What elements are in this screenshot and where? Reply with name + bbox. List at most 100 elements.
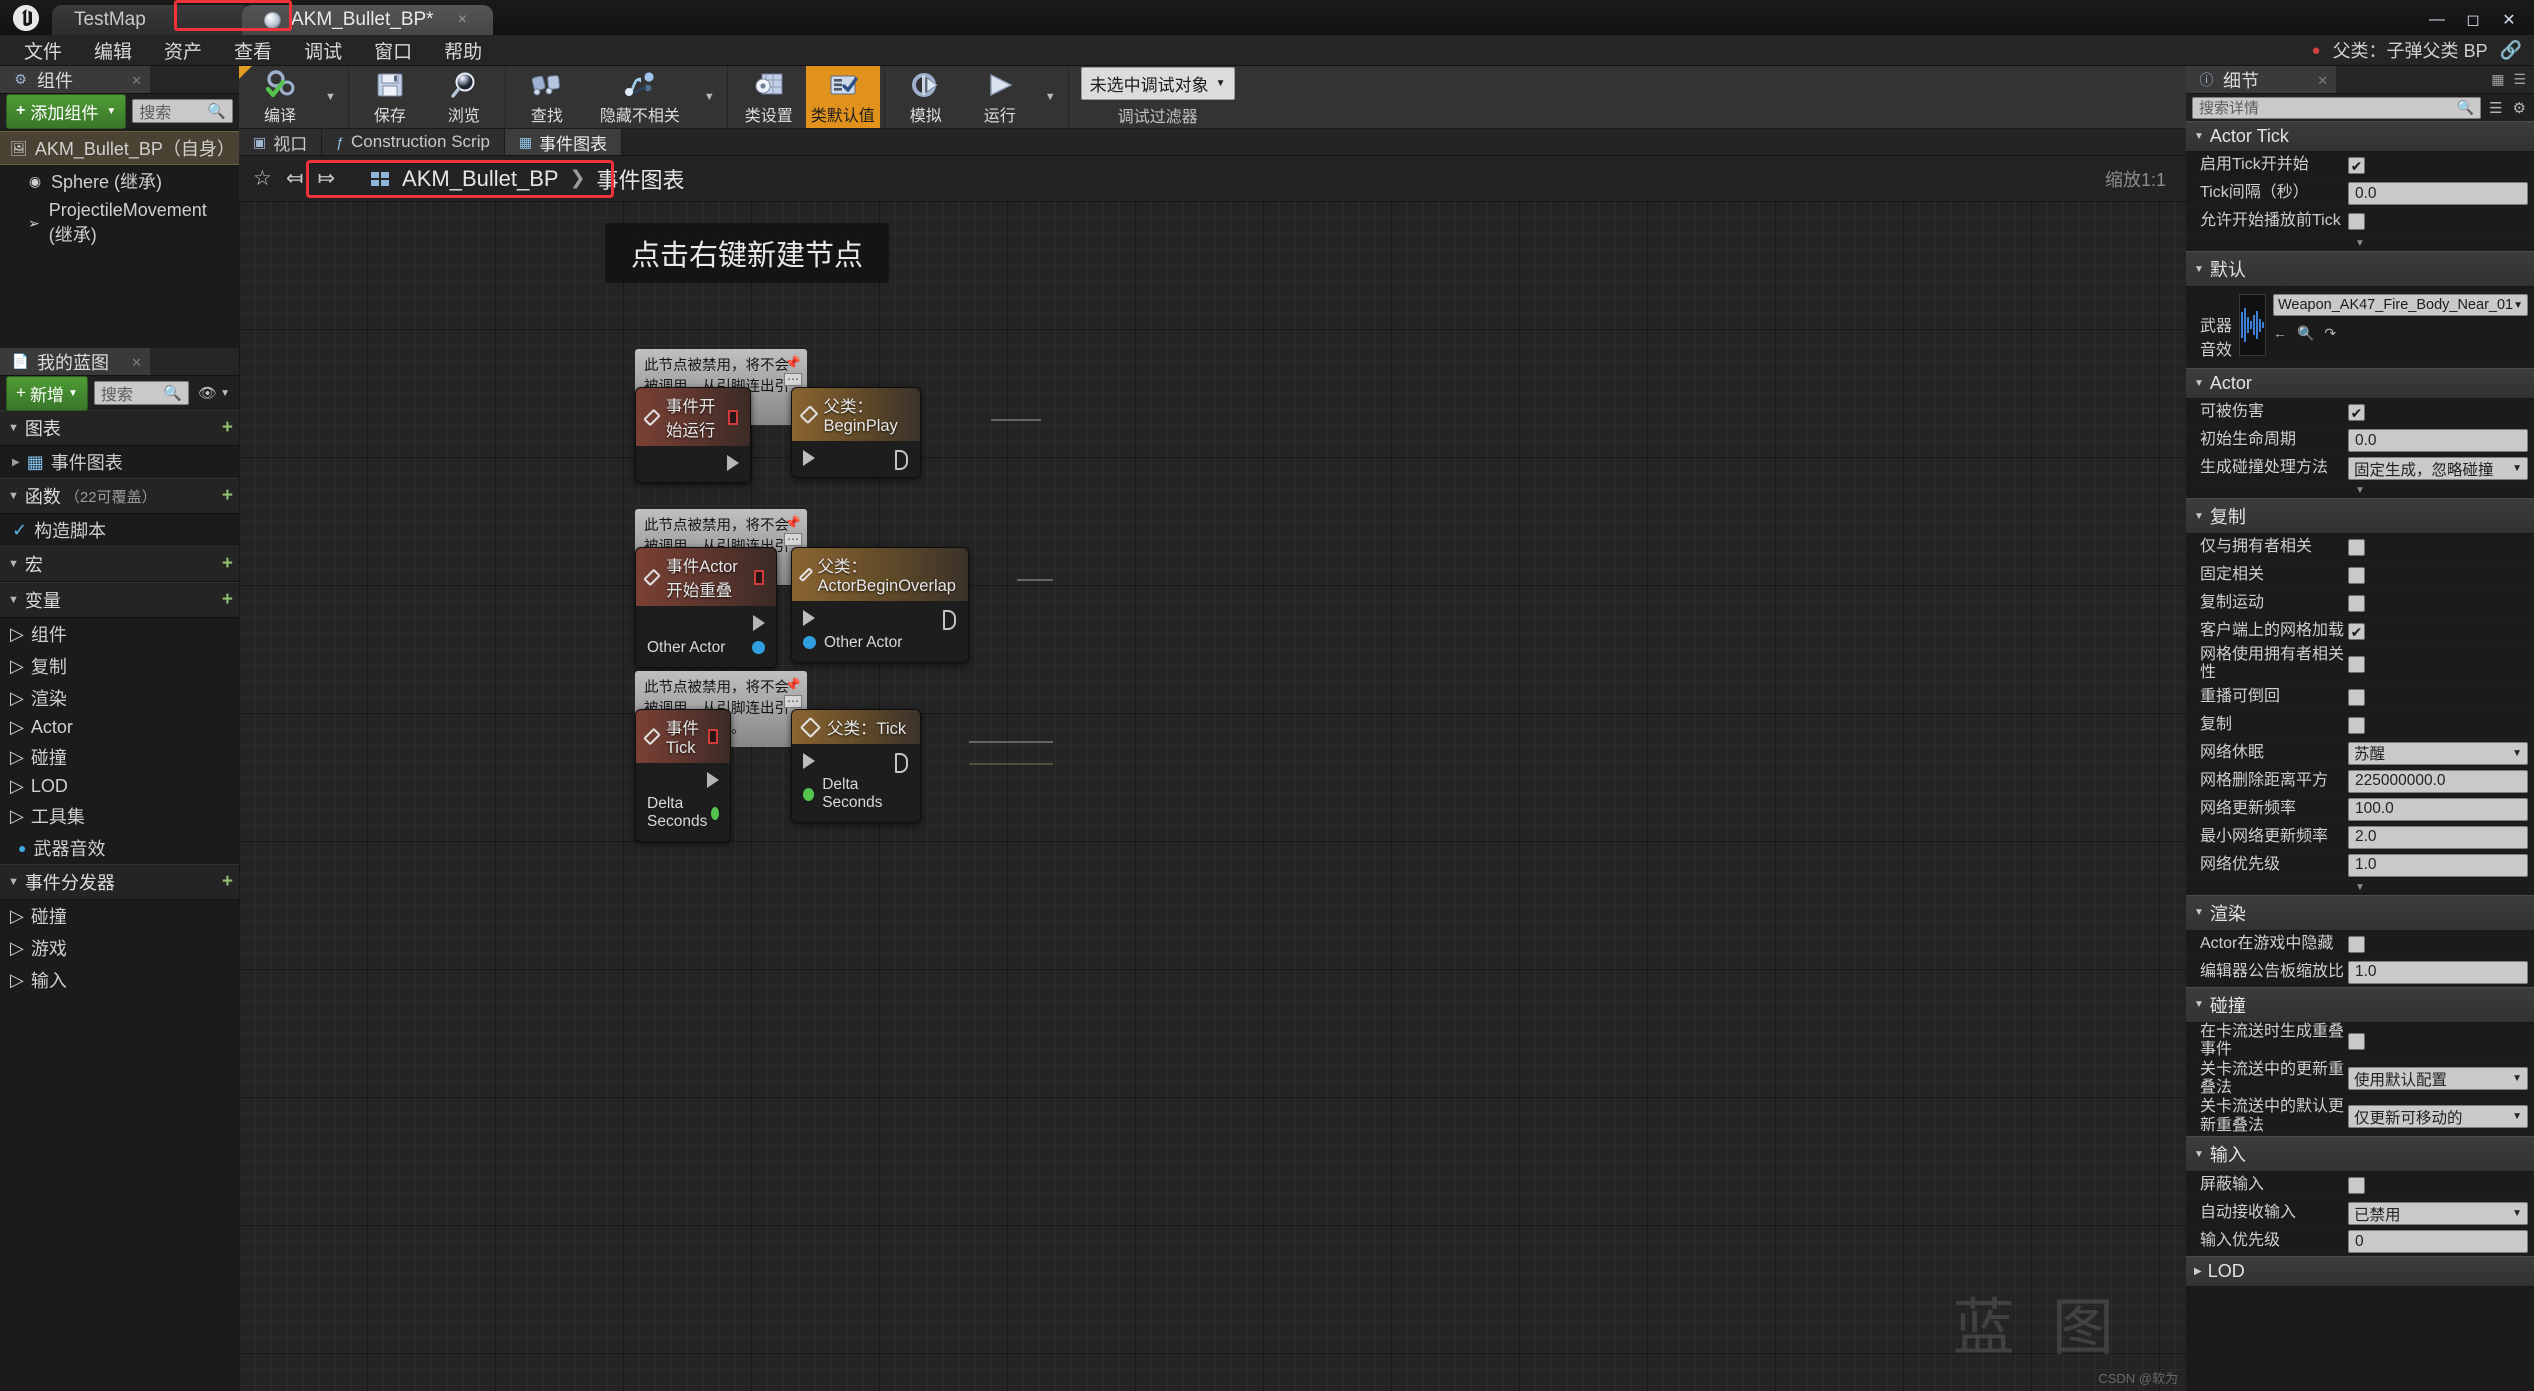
section-event-dispatchers[interactable]: ▼ 事件分发器 +	[0, 864, 239, 900]
settings-icon[interactable]: ⚙	[2511, 99, 2528, 117]
pin-row[interactable]: Other Actor	[636, 635, 776, 660]
checkbox[interactable]	[2348, 1177, 2365, 1194]
editor-tab-akm-bullet-bp[interactable]: AKM_Bullet_BP* ×	[242, 5, 493, 35]
category-lod[interactable]: ▶ LOD	[2186, 1256, 2534, 1287]
text-input[interactable]: 0.0	[2348, 182, 2528, 205]
menu-file[interactable]: 文件	[8, 34, 78, 67]
pin-row[interactable]: Delta Seconds	[792, 773, 920, 815]
text-input[interactable]: 0	[2348, 1230, 2528, 1253]
exec-in-pin-icon[interactable]	[803, 753, 815, 769]
text-input[interactable]: 0.0	[2348, 429, 2528, 452]
pin-row[interactable]	[792, 445, 920, 470]
add-dispatcher-button[interactable]: +	[222, 871, 233, 893]
close-icon[interactable]: ×	[458, 11, 467, 29]
exec-out-pin-icon[interactable]	[753, 615, 765, 631]
menu-help[interactable]: 帮助	[428, 34, 498, 67]
category-actor-tick[interactable]: ▼ Actor Tick	[2186, 121, 2534, 152]
debug-object-select[interactable]: 未选中调试对象 ▼	[1081, 67, 1235, 100]
prop-auto-receive-input[interactable]: 自动接收输入 已禁用 ▼	[2186, 1200, 2534, 1228]
checkbox[interactable]	[2348, 567, 2365, 584]
pin-icon[interactable]: 📌	[785, 676, 801, 694]
checkbox[interactable]	[2348, 936, 2365, 953]
menu-window[interactable]: 窗口	[358, 34, 428, 67]
exec-out-pin-icon[interactable]	[943, 610, 957, 626]
tab-construction-script[interactable]: ƒ Construction Scrip	[322, 129, 505, 155]
section-macros[interactable]: ▼ 宏 +	[0, 546, 239, 582]
expand-more-icon[interactable]: ▼	[2186, 483, 2534, 498]
select[interactable]: 已禁用 ▼	[2348, 1202, 2528, 1225]
tree-row-sphere[interactable]: ◉ Sphere (继承)	[0, 165, 239, 197]
category-rendering[interactable]: ▼ 渲染	[2186, 895, 2534, 931]
more-options-icon[interactable]: ⋯	[784, 533, 802, 546]
my-blueprint-search-input[interactable]: 搜索 🔍	[94, 381, 189, 405]
exec-out-pin-icon[interactable]	[727, 455, 739, 471]
list-item-disp-collision[interactable]: ▷ 碰撞	[0, 900, 239, 932]
list-item-var-components[interactable]: ▷ 组件	[0, 618, 239, 650]
compile-dropdown-icon[interactable]: ▼	[317, 66, 344, 128]
exec-out-pin-icon[interactable]	[895, 753, 909, 769]
menu-asset[interactable]: 资产	[148, 34, 218, 67]
object-out-pin-icon[interactable]	[752, 641, 765, 654]
prop-net-use-owner-relevancy[interactable]: 网格使用拥有者相关性	[2186, 646, 2534, 684]
node-event-tick[interactable]: 事件Tick Delta Seconds	[635, 709, 731, 842]
prop-weapon-sound[interactable]: 武器音效 Weapon_AK47_Fire_Body_Near_01 ▼ ←	[2186, 287, 2534, 368]
reset-asset-icon[interactable]: ↷	[2324, 325, 2336, 342]
prop-start-with-tick-enabled[interactable]: 启用Tick开并始	[2186, 152, 2534, 180]
select[interactable]: 仅更新可移动的 ▼	[2348, 1105, 2528, 1128]
category-actor[interactable]: ▼ Actor	[2186, 368, 2534, 399]
blueprint-graph-canvas[interactable]: 点击右键新建节点 此节点被禁用，将不会被调用。从引脚连出引线来编译功能。 📌 ⋯…	[239, 201, 2186, 1391]
expand-more-icon[interactable]: ▼	[2186, 880, 2534, 895]
save-button[interactable]: 保存	[353, 66, 427, 128]
breadcrumb-root[interactable]: AKM_Bullet_BP	[402, 166, 559, 192]
pin-row[interactable]	[636, 610, 776, 635]
prop-net-priority[interactable]: 网络优先级 1.0	[2186, 852, 2534, 880]
close-window-icon[interactable]: ✕	[2498, 10, 2520, 30]
select[interactable]: 固定生成，忽略碰撞 ▼	[2348, 457, 2528, 480]
category-input[interactable]: ▼ 输入	[2186, 1136, 2534, 1172]
category-replication[interactable]: ▼ 复制	[2186, 498, 2534, 534]
list-item-var-actor[interactable]: ▷ Actor	[0, 714, 239, 741]
prop-always-relevant[interactable]: 固定相关	[2186, 562, 2534, 590]
hide-unrelated-dropdown-icon[interactable]: ▼	[696, 66, 723, 128]
expand-more-icon[interactable]: ▼	[2186, 236, 2534, 251]
tab-my-blueprint[interactable]: 📄 我的蓝图 ✕	[0, 348, 150, 375]
close-icon[interactable]: ✕	[2317, 73, 2328, 89]
checkbox[interactable]	[2348, 539, 2365, 556]
class-settings-button[interactable]: 类设置	[732, 66, 806, 128]
pin-icon[interactable]: 📌	[785, 514, 801, 532]
pin-row[interactable]	[636, 450, 750, 475]
use-selected-icon[interactable]: ←	[2273, 325, 2287, 342]
node-parent-actor-begin-overlap[interactable]: 父类：ActorBeginOverlap Other Actor	[791, 547, 969, 663]
prop-spawn-collision-handling[interactable]: 生成碰撞处理方法 固定生成，忽略碰撞 ▼	[2186, 455, 2534, 483]
simulate-button[interactable]: 模拟	[889, 66, 963, 128]
object-in-pin-icon[interactable]	[803, 636, 816, 649]
prop-tick-interval[interactable]: Tick间隔（秒） 0.0	[2186, 180, 2534, 208]
more-options-icon[interactable]: ⋯	[784, 373, 802, 386]
text-input[interactable]: 1.0	[2348, 854, 2528, 877]
list-item-disp-game[interactable]: ▷ 游戏	[0, 932, 239, 964]
text-input[interactable]: 100.0	[2348, 798, 2528, 821]
pin-row[interactable]: Other Actor	[792, 630, 968, 655]
menu-debug[interactable]: 调试	[288, 34, 358, 67]
menu-edit[interactable]: 编辑	[78, 34, 148, 67]
checkbox[interactable]	[2348, 623, 2365, 640]
parent-class-link-icon[interactable]: 🔗	[2500, 40, 2522, 61]
select[interactable]: 使用默认配置 ▼	[2348, 1067, 2528, 1090]
tree-row-projectilemovement[interactable]: ➢ ProjectileMovement (继承)	[0, 197, 239, 250]
pin-row[interactable]	[792, 748, 920, 773]
add-function-button[interactable]: +	[222, 485, 233, 507]
node-parent-begin-play[interactable]: 父类：BeginPlay	[791, 387, 921, 478]
checkbox[interactable]	[2348, 656, 2365, 673]
float-in-pin-icon[interactable]	[803, 788, 814, 801]
menu-view[interactable]: 查看	[218, 34, 288, 67]
section-variables[interactable]: ▼ 变量 +	[0, 582, 239, 618]
prop-initial-life-span[interactable]: 初始生命周期 0.0	[2186, 427, 2534, 455]
prop-tick-before-begin-play[interactable]: 允许开始播放前Tick	[2186, 208, 2534, 236]
prop-default-update-overlaps-method[interactable]: 关卡流送中的默认更新重叠法 仅更新可移动的 ▼	[2186, 1098, 2534, 1136]
list-item-var-weapon-sound[interactable]: ● 武器音效	[0, 832, 239, 864]
prop-replicates[interactable]: 复制	[2186, 712, 2534, 740]
text-input[interactable]: 225000000.0	[2348, 770, 2528, 793]
forward-arrow-icon[interactable]: ⤇	[317, 166, 335, 191]
play-button[interactable]: 运行	[963, 66, 1037, 128]
editor-tab-testmap[interactable]: TestMap	[52, 5, 252, 35]
